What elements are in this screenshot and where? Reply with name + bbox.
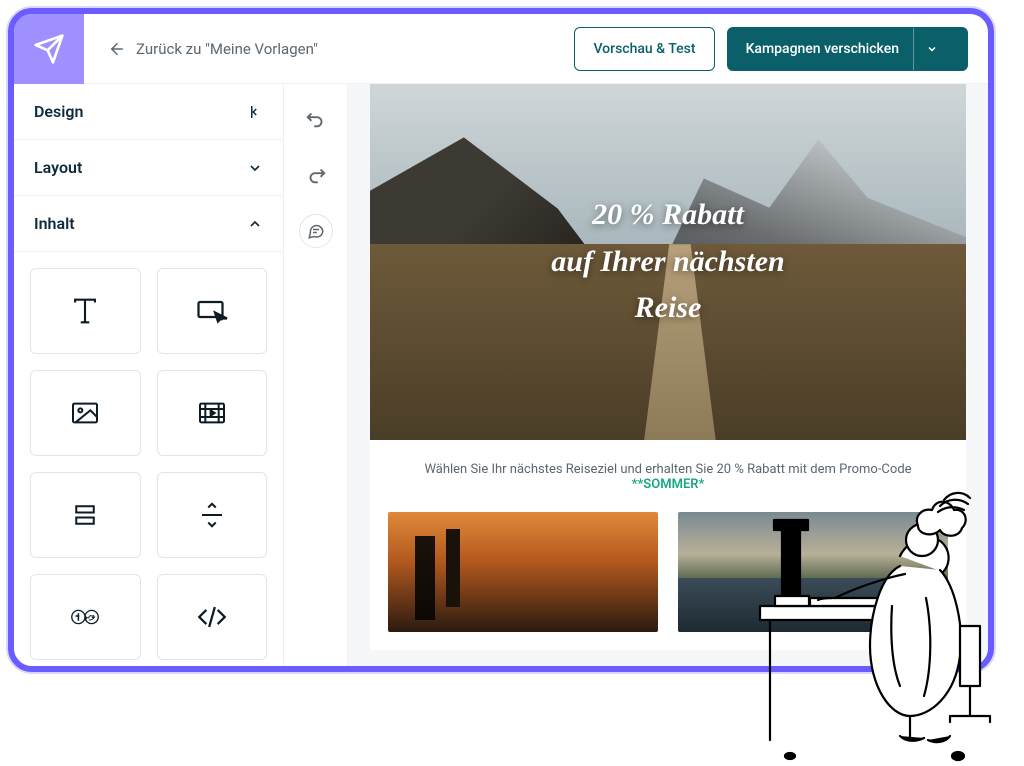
image-row: [370, 512, 966, 650]
topbar: Zurück zu "Meine Vorlagen" Vorschau & Te…: [14, 14, 988, 84]
block-social[interactable]: [30, 574, 141, 660]
send-button[interactable]: Kampagnen verschicken: [727, 27, 968, 71]
social-icon: [68, 600, 102, 634]
block-spacer[interactable]: [30, 472, 141, 558]
block-divider[interactable]: [157, 472, 268, 558]
promo-code: **SOMMER*: [632, 477, 705, 492]
image-icon: [69, 397, 101, 429]
chevron-up-icon: [247, 216, 263, 232]
sidebar: Design Layout Inhalt: [14, 84, 284, 666]
sidebar-item-content[interactable]: Inhalt: [14, 196, 283, 252]
back-label: Zurück zu "Meine Vorlagen": [136, 40, 318, 58]
email-template[interactable]: 20 % Rabatt auf Ihrer nächsten Reise Wäh…: [370, 84, 966, 650]
redo-button[interactable]: [299, 158, 333, 192]
comment-icon: [307, 222, 325, 240]
thumb-left[interactable]: [388, 512, 658, 632]
chevron-down-icon: [926, 43, 938, 55]
block-video[interactable]: [157, 370, 268, 456]
collapse-left-icon: [245, 103, 263, 121]
spacer-icon: [70, 500, 100, 530]
hero-headline[interactable]: 20 % Rabatt auf Ihrer nächsten Reise: [511, 192, 824, 332]
back-link[interactable]: Zurück zu "Meine Vorlagen": [108, 40, 574, 58]
tool-column: [284, 84, 348, 666]
video-icon: [196, 397, 228, 429]
chevron-down-icon: [247, 160, 263, 176]
comment-button[interactable]: [299, 214, 333, 248]
thumb-right[interactable]: [678, 512, 948, 632]
promo-text-block[interactable]: Wählen Sie Ihr nächstes Reiseziel und er…: [370, 440, 966, 512]
block-text[interactable]: [30, 268, 141, 354]
arrow-left-icon: [108, 40, 126, 58]
app-window: Zurück zu "Meine Vorlagen" Vorschau & Te…: [8, 8, 994, 672]
block-html[interactable]: [157, 574, 268, 660]
sidebar-item-design[interactable]: Design: [14, 84, 283, 140]
send-icon: [33, 33, 65, 65]
redo-icon: [305, 164, 327, 186]
text-icon: [68, 294, 102, 328]
hero-block[interactable]: 20 % Rabatt auf Ihrer nächsten Reise: [370, 84, 966, 440]
block-button[interactable]: [157, 268, 268, 354]
content-blocks-grid: [14, 252, 283, 666]
html-icon: [195, 600, 229, 634]
undo-button[interactable]: [299, 102, 333, 136]
cursor-button-icon: [194, 293, 230, 329]
sidebar-item-layout[interactable]: Layout: [14, 140, 283, 196]
divider-icon: [197, 500, 227, 530]
canvas-area[interactable]: 20 % Rabatt auf Ihrer nächsten Reise Wäh…: [348, 84, 988, 666]
undo-icon: [305, 108, 327, 130]
app-logo[interactable]: [14, 14, 84, 84]
preview-button[interactable]: Vorschau & Test: [574, 27, 714, 71]
send-dropdown-toggle[interactable]: [913, 28, 949, 70]
block-image[interactable]: [30, 370, 141, 456]
